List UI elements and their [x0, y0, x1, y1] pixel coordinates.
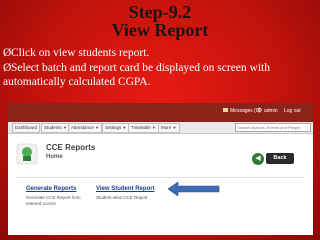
gear-icon: ⚙	[257, 108, 263, 114]
instruction-text: Click on view students report.	[11, 47, 150, 59]
tab-attendance[interactable]: Attendance ▼	[68, 123, 103, 133]
app-topbar: Messages (0) ⚙ admin Log out	[8, 103, 313, 122]
generate-reports-description: Generate CCE Report from entered scores	[26, 195, 81, 206]
messages-link[interactable]: Messages (0)	[230, 108, 260, 114]
tab-label: Students	[44, 125, 62, 130]
back-arrow-icon: ◀	[252, 153, 264, 165]
generate-reports-link[interactable]: Generate Reports	[26, 186, 76, 192]
divider	[16, 177, 305, 178]
pointer-arrow-icon	[168, 182, 220, 196]
tab-dashboard[interactable]: Dashboard	[12, 123, 41, 133]
instruction-text: Select batch and report card be displaye…	[3, 62, 270, 88]
arrow-bullet-icon: Ø	[3, 62, 12, 74]
envelope-icon	[223, 108, 228, 112]
instruction-item: ØSelect batch and report card be display…	[3, 61, 317, 89]
caret-down-icon: ▼	[63, 125, 67, 130]
slide-title-step: Step-9.2	[128, 2, 192, 22]
cce-reports-logo-icon	[16, 143, 38, 165]
tab-more[interactable]: More ▼	[158, 123, 180, 133]
logout-link[interactable]: Log out	[284, 108, 301, 114]
slide-title-view-report: View Report	[111, 20, 209, 40]
tab-students[interactable]: Students ▼	[41, 123, 70, 133]
tab-label: More	[161, 125, 172, 130]
caret-down-icon: ▼	[95, 125, 100, 130]
view-student-report-link[interactable]: View Student Report	[96, 186, 155, 192]
tab-settings[interactable]: Settings ▼	[102, 123, 130, 133]
caret-down-icon: ▼	[122, 125, 127, 130]
breadcrumb: Home	[46, 154, 63, 160]
tab-timetable[interactable]: Timetable ▼	[128, 123, 159, 133]
instruction-list: ØClick on view students report. ØSelect …	[3, 46, 317, 90]
tab-label: Dashboard	[15, 125, 38, 130]
caret-down-icon: ▼	[151, 125, 156, 130]
embedded-screenshot: Messages (0) ⚙ admin Log out Dashboard S…	[8, 103, 313, 235]
back-button[interactable]: Back	[266, 153, 294, 164]
search-input[interactable]: Search Actions, Events and People	[235, 123, 311, 132]
tab-label: Settings	[105, 125, 122, 130]
instruction-item: ØClick on view students report.	[3, 46, 317, 60]
arrow-bullet-icon: Ø	[3, 47, 12, 59]
caret-down-icon: ▼	[172, 125, 177, 130]
view-student-report-description: Student-wise CCE Report	[96, 195, 148, 200]
admin-link[interactable]: admin	[264, 108, 278, 114]
tab-label: Timetable	[131, 125, 151, 130]
app-nav: Dashboard Students ▼ Attendance ▼ Settin…	[8, 122, 313, 134]
page-title: CCE Reports	[46, 143, 96, 152]
tab-label: Attendance	[71, 125, 94, 130]
